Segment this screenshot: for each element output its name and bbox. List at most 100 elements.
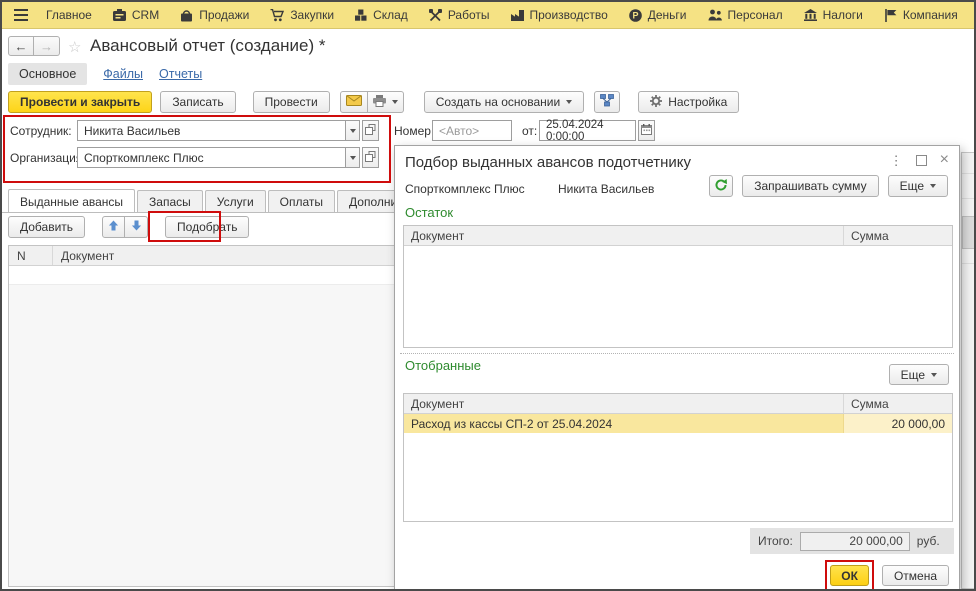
scrollbar-divider xyxy=(962,173,975,174)
request-sum-button[interactable]: Запрашивать сумму xyxy=(742,175,878,197)
employee-input[interactable]: Никита Васильев xyxy=(77,120,345,141)
cancel-button[interactable]: Отмена xyxy=(882,565,949,586)
otobrannye-more-button[interactable]: Еще xyxy=(889,364,949,385)
calendar-icon xyxy=(641,122,652,140)
mail-icon xyxy=(346,95,362,109)
menu-item-nalogi[interactable]: Налоги xyxy=(804,8,863,22)
dialog-footer-buttons: ОК Отмена xyxy=(830,565,949,586)
move-down-button[interactable] xyxy=(125,216,148,238)
arrow-down-icon xyxy=(131,220,142,234)
tab-zapasy[interactable]: Запасы xyxy=(137,190,203,213)
dropdown-caret-icon xyxy=(350,156,356,160)
employee-open-button[interactable] xyxy=(362,120,379,141)
menu-label: Деньги xyxy=(648,8,687,22)
ok-button[interactable]: ОК xyxy=(830,565,869,586)
tab-osnovnoe[interactable]: Основное xyxy=(8,63,87,85)
add-button[interactable]: Добавить xyxy=(8,216,85,238)
organization-open-button[interactable] xyxy=(362,147,379,168)
menu-item-raboty[interactable]: Работы xyxy=(429,8,490,22)
post-and-close-button[interactable]: Провести и закрыть xyxy=(8,91,152,113)
menu-item-glavnoe[interactable]: Главное xyxy=(46,8,92,22)
scrollbar-divider xyxy=(962,263,975,264)
row-sum-cell[interactable]: 20 000,00 xyxy=(844,414,952,433)
tab-vydannye-avansy[interactable]: Выданные авансы xyxy=(8,189,135,213)
structure-report-button[interactable] xyxy=(594,91,620,113)
tab-uslugi[interactable]: Услуги xyxy=(205,190,266,213)
tab-oplaty[interactable]: Оплаты xyxy=(268,190,335,213)
menu-item-crm[interactable]: CRM xyxy=(113,8,159,22)
column-n[interactable]: N xyxy=(9,246,53,265)
post-button[interactable]: Провести xyxy=(253,91,330,113)
column-document[interactable]: Документ xyxy=(404,394,844,413)
menu-item-zakupki[interactable]: Закупки xyxy=(270,8,334,22)
structure-icon xyxy=(600,94,614,110)
row-document-cell[interactable]: Расход из кассы СП-2 от 25.04.2024 xyxy=(404,414,844,433)
form-scrollbar[interactable] xyxy=(961,152,976,589)
save-button[interactable]: Записать xyxy=(160,91,235,113)
menu-label: CRM xyxy=(132,8,159,22)
dialog-close-button[interactable]: × xyxy=(940,152,949,168)
create-based-on-button[interactable]: Создать на основании xyxy=(424,91,585,113)
history-nav: ← → xyxy=(8,36,60,56)
menu-item-personal[interactable]: Персонал xyxy=(708,8,783,22)
dialog-window-controls: ⋮ × xyxy=(890,152,949,168)
forward-button[interactable]: → xyxy=(34,36,60,56)
mail-button[interactable] xyxy=(340,91,368,113)
dialog-menu-button[interactable]: ⋮ xyxy=(890,154,903,167)
menu-item-prodazhi[interactable]: Продажи xyxy=(180,8,249,22)
more-label: Еще xyxy=(901,368,925,382)
favorite-star-icon[interactable]: ☆ xyxy=(68,38,81,56)
warehouse-boxes-icon xyxy=(355,9,367,21)
dialog-maximize-button[interactable] xyxy=(916,155,927,166)
document-nav-tabs: Основное Файлы Отчеты xyxy=(8,63,202,85)
table-row-selected[interactable]: Расход из кассы СП-2 от 25.04.2024 20 00… xyxy=(404,414,952,433)
ostatok-table-header: Документ Сумма xyxy=(404,226,952,246)
bank-icon xyxy=(804,9,817,21)
number-label: Номер: xyxy=(394,124,434,138)
menu-label: Компания xyxy=(903,8,958,22)
move-up-button[interactable] xyxy=(102,216,125,238)
tab-faily[interactable]: Файлы xyxy=(103,67,143,81)
settings-button[interactable]: Настройка xyxy=(638,91,739,113)
dropdown-caret-icon xyxy=(566,100,572,104)
dialog-employee: Никита Васильев xyxy=(558,182,654,196)
gear-small-icon xyxy=(650,95,662,110)
employee-dropdown-button[interactable] xyxy=(345,120,360,141)
organization-dropdown-button[interactable] xyxy=(345,147,360,168)
menu-item-sklad[interactable]: Склад xyxy=(355,8,408,22)
date-input[interactable]: 25.04.2024 0:00:00 xyxy=(539,120,636,141)
dialog-more-button[interactable]: Еще xyxy=(888,175,948,197)
arrow-up-icon xyxy=(108,220,119,234)
hamburger-menu-button[interactable] xyxy=(14,9,28,21)
dropdown-caret-icon xyxy=(350,129,356,133)
column-document[interactable]: Документ xyxy=(404,226,844,245)
pick-advances-dialog: Подбор выданных авансов подотчетнику ⋮ ×… xyxy=(394,145,960,590)
dropdown-caret-icon xyxy=(931,373,937,377)
menu-item-kompaniya[interactable]: Компания xyxy=(884,8,958,22)
flag-icon xyxy=(884,9,897,22)
otobrannye-table-header: Документ Сумма xyxy=(404,394,952,414)
cart-icon xyxy=(270,9,284,22)
pick-button[interactable]: Подобрать xyxy=(165,216,249,238)
back-button[interactable]: ← xyxy=(8,36,34,56)
section-splitter[interactable] xyxy=(400,353,954,354)
total-label: Итого: xyxy=(758,534,793,548)
settings-label: Настройка xyxy=(668,95,727,109)
column-sum[interactable]: Сумма xyxy=(844,226,952,245)
tab-otchety[interactable]: Отчеты xyxy=(159,67,202,81)
menu-item-dengi[interactable]: P Деньги xyxy=(629,8,687,22)
organization-input[interactable]: Спорткомплекс Плюс xyxy=(77,147,345,168)
organization-field-group: Спорткомплекс Плюс xyxy=(77,147,379,168)
money-coin-icon: P xyxy=(629,9,642,22)
page-title: Авансовый отчет (создание) * xyxy=(90,36,326,56)
refresh-button[interactable] xyxy=(709,175,733,197)
menu-label: Персонал xyxy=(728,8,783,22)
menu-item-proizvodstvo[interactable]: Производство xyxy=(511,8,608,22)
print-button[interactable] xyxy=(368,91,404,113)
number-input[interactable]: <Авто> xyxy=(432,120,512,141)
scrollbar-thumb[interactable] xyxy=(962,216,975,249)
column-sum[interactable]: Сумма xyxy=(844,394,952,413)
calendar-button[interactable] xyxy=(638,120,655,141)
section-tabs: Выданные авансы Запасы Услуги Оплаты Доп… xyxy=(8,189,449,213)
menu-label: Производство xyxy=(530,8,608,22)
